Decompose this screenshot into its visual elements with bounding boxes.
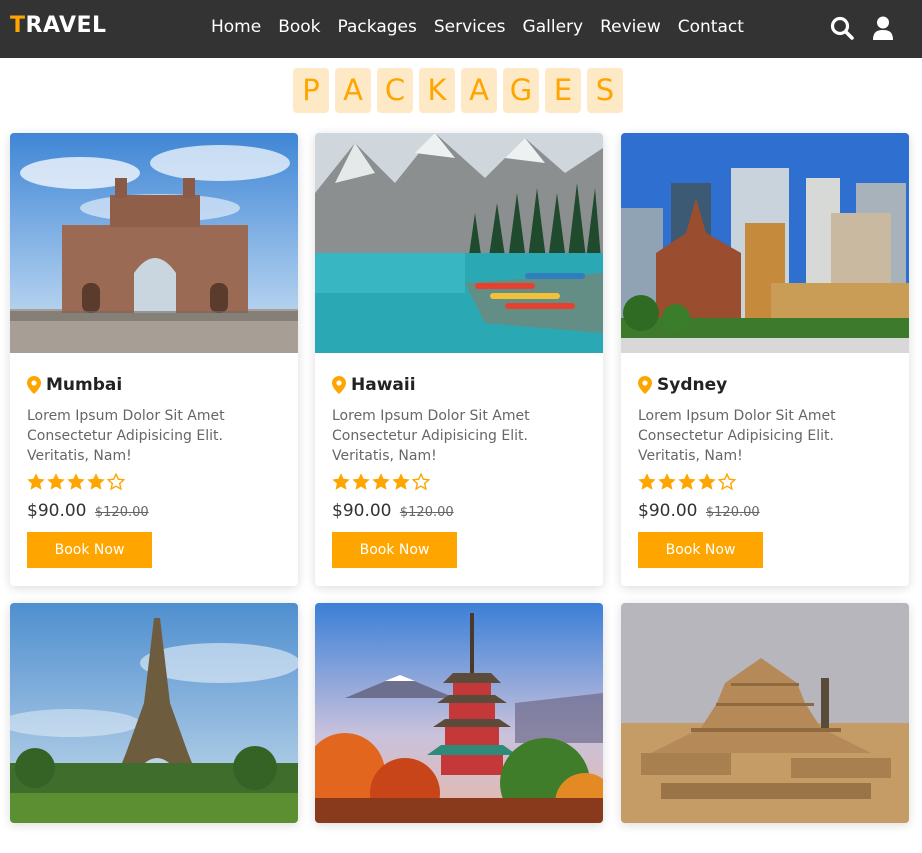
rating-stars — [638, 473, 736, 491]
tokyo-photo — [315, 603, 603, 823]
rating-stars — [27, 473, 125, 491]
nav-review[interactable]: Review — [600, 16, 661, 40]
nav-home[interactable]: Home — [211, 16, 261, 40]
logo[interactable]: TRAVEL — [10, 13, 107, 38]
title-letter: S — [587, 68, 623, 113]
star-filled-icon — [392, 473, 410, 490]
current-price: $90.00 — [332, 501, 392, 521]
package-description: Lorem Ipsum Dolor Sit Amet Consectetur A… — [27, 408, 225, 464]
location-name: Sydney — [657, 375, 728, 395]
star-filled-icon — [87, 473, 105, 490]
map-pin-icon — [27, 376, 41, 394]
book-now-button[interactable]: Book Now — [27, 532, 152, 568]
package-card-egypt — [621, 603, 909, 823]
title-letter: C — [377, 68, 413, 113]
package-card-mumbai: Mumbai Lorem Ipsum Dolor Sit Amet Consec… — [10, 133, 298, 586]
star-filled-icon — [332, 473, 350, 490]
location-name: Hawaii — [351, 375, 416, 395]
star-empty-icon — [718, 473, 736, 491]
book-now-button[interactable]: Book Now — [332, 532, 457, 568]
nav-book[interactable]: Book — [278, 16, 320, 40]
current-price: $90.00 — [638, 501, 698, 521]
star-filled-icon — [678, 473, 696, 490]
map-pin-icon — [638, 376, 652, 394]
package-card-tokyo — [315, 603, 603, 823]
top-header: TRAVEL Home Book Packages Services Galle… — [0, 0, 922, 58]
book-now-button[interactable]: Book Now — [638, 532, 763, 568]
title-letter: A — [335, 68, 371, 113]
title-letter: A — [461, 68, 497, 113]
title-letter: P — [293, 68, 329, 113]
package-card-hawaii: Hawaii Lorem Ipsum Dolor Sit Amet Consec… — [315, 133, 603, 586]
map-pin-icon — [332, 376, 346, 394]
title-letter: G — [503, 68, 539, 113]
nav-services[interactable]: Services — [434, 16, 506, 40]
star-filled-icon — [47, 473, 65, 490]
price: $90.00 $120.00 — [332, 501, 454, 521]
egypt-photo — [621, 603, 909, 823]
section-title: P A C K A G E S — [293, 68, 623, 113]
nav-contact[interactable]: Contact — [678, 16, 744, 40]
package-description: Lorem Ipsum Dolor Sit Amet Consectetur A… — [638, 408, 836, 464]
location-name: Mumbai — [46, 375, 123, 395]
star-empty-icon — [107, 473, 125, 491]
current-price: $90.00 — [27, 501, 87, 521]
logo-text: RAVEL — [25, 13, 107, 38]
old-price: $120.00 — [399, 505, 454, 520]
main-nav: Home Book Packages Services Gallery Revi… — [211, 16, 744, 40]
package-card-sydney: Sydney Lorem Ipsum Dolor Sit Amet Consec… — [621, 133, 909, 586]
star-filled-icon — [658, 473, 676, 490]
star-filled-icon — [27, 473, 45, 490]
search-icon[interactable] — [829, 15, 855, 41]
mumbai-photo — [10, 133, 298, 353]
paris-photo — [10, 603, 298, 823]
star-filled-icon — [372, 473, 390, 490]
title-letter: E — [545, 68, 581, 113]
logo-first-letter: T — [10, 13, 26, 38]
old-price: $120.00 — [94, 505, 149, 520]
title-letter: K — [419, 68, 455, 113]
nav-packages[interactable]: Packages — [338, 16, 417, 40]
star-filled-icon — [698, 473, 716, 490]
rating-stars — [332, 473, 430, 491]
package-description: Lorem Ipsum Dolor Sit Amet Consectetur A… — [332, 408, 530, 464]
user-icon[interactable] — [870, 15, 896, 41]
star-empty-icon — [412, 473, 430, 491]
hawaii-photo — [315, 133, 603, 353]
star-filled-icon — [638, 473, 656, 490]
old-price: $120.00 — [705, 505, 760, 520]
price: $90.00 $120.00 — [27, 501, 149, 521]
star-filled-icon — [352, 473, 370, 490]
price: $90.00 $120.00 — [638, 501, 760, 521]
package-card-paris — [10, 603, 298, 823]
nav-gallery[interactable]: Gallery — [523, 16, 584, 40]
sydney-photo — [621, 133, 909, 353]
star-filled-icon — [67, 473, 85, 490]
